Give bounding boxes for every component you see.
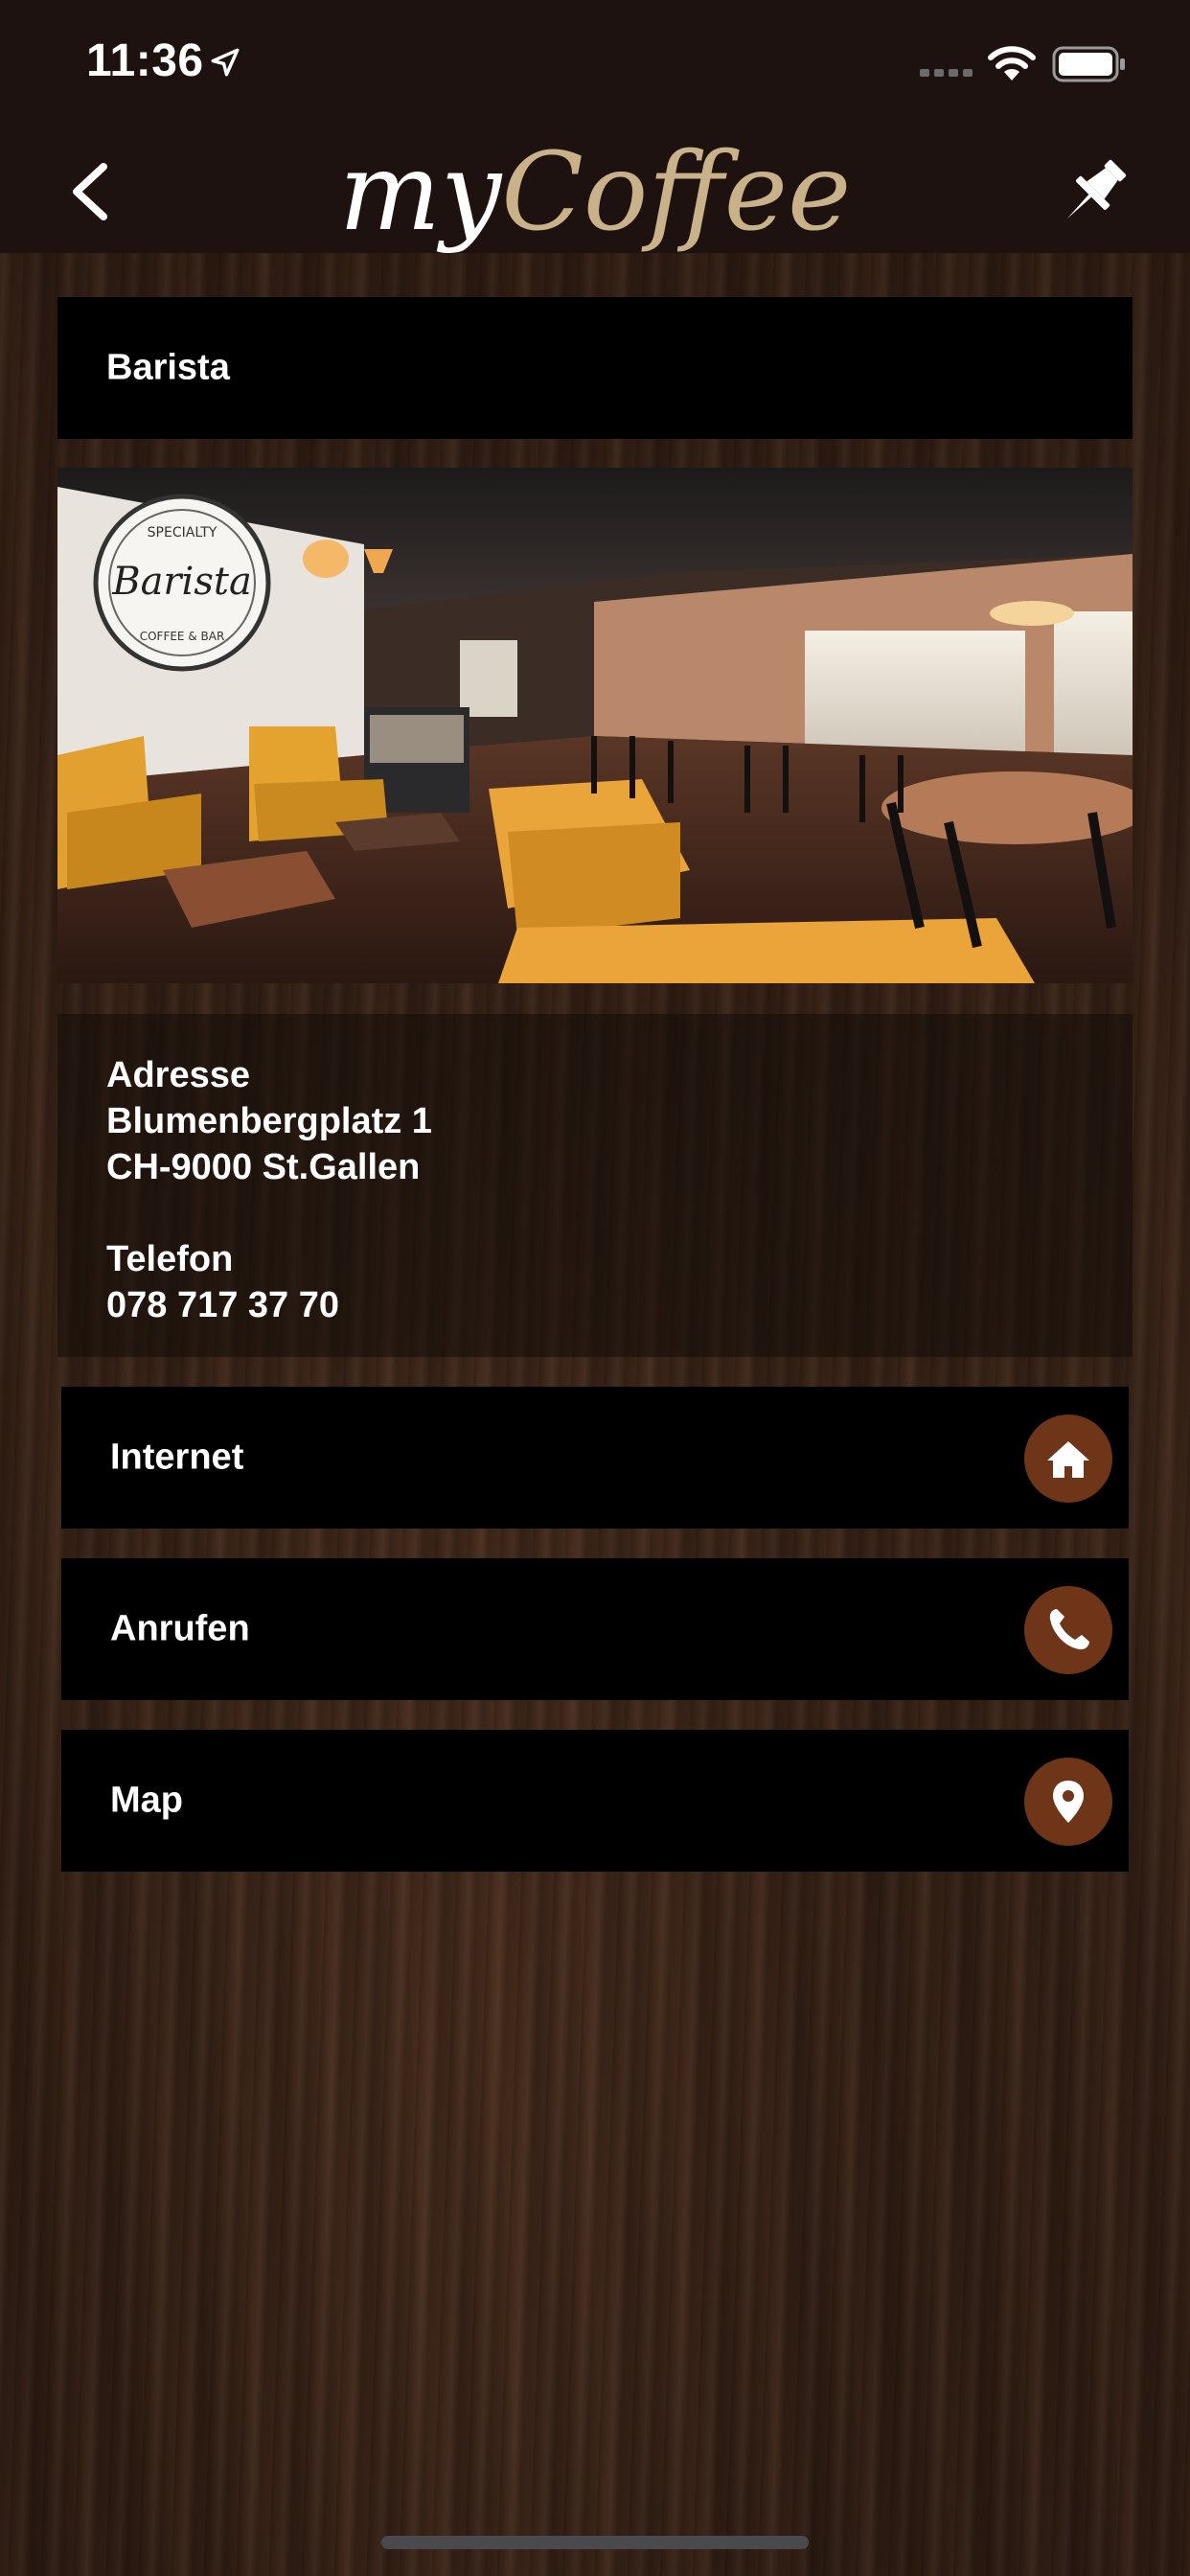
place-name-card: Barista <box>57 297 1133 439</box>
app-logo: myCoffee <box>0 130 1190 255</box>
address-card: Adresse Blumenbergplatz 1 CH-9000 St.Gal… <box>57 1014 1133 1357</box>
photo-logo-middle: Barista <box>111 560 252 604</box>
map-pin-icon[interactable] <box>1024 1758 1112 1846</box>
wifi-icon <box>988 46 1036 80</box>
home-icon[interactable] <box>1024 1414 1112 1503</box>
photo-logo-bottom: COFFEE & BAR <box>140 630 225 643</box>
cellular-signal-icon <box>920 69 973 77</box>
phone-icon[interactable] <box>1024 1586 1112 1674</box>
phone-number[interactable]: 078 717 37 70 <box>106 1282 1084 1328</box>
phone-label: Telefon <box>106 1239 234 1279</box>
home-indicator[interactable] <box>381 2536 809 2549</box>
place-name: Barista <box>106 347 230 388</box>
nav-bar: myCoffee <box>0 126 1190 255</box>
internet-label: Internet <box>110 1437 244 1478</box>
internet-button[interactable]: Internet <box>61 1387 1129 1529</box>
location-arrow-icon <box>211 48 240 77</box>
photo-logo-top: SPECIALTY <box>148 525 217 540</box>
map-button[interactable]: Map <box>61 1730 1129 1872</box>
logo-coffee: Coffee <box>501 130 852 255</box>
call-button[interactable]: Anrufen <box>61 1558 1129 1700</box>
cafe-photo: SPECIALTY Barista COFFEE & BAR <box>57 468 1133 983</box>
address-label: Adresse <box>106 1055 250 1095</box>
logo-my: my <box>338 130 502 255</box>
pushpin-icon[interactable] <box>1054 151 1134 232</box>
status-bar: 11:36 <box>0 0 1190 126</box>
map-label: Map <box>110 1780 183 1821</box>
cafe-interior-image: SPECIALTY Barista COFFEE & BAR <box>57 468 1133 983</box>
status-time: 11:36 <box>86 35 204 86</box>
battery-icon <box>1052 46 1125 82</box>
address-line-1: Blumenbergplatz 1 <box>106 1101 432 1141</box>
call-label: Anrufen <box>110 1608 250 1649</box>
address-line-2: CH-9000 St.Gallen <box>106 1147 421 1187</box>
